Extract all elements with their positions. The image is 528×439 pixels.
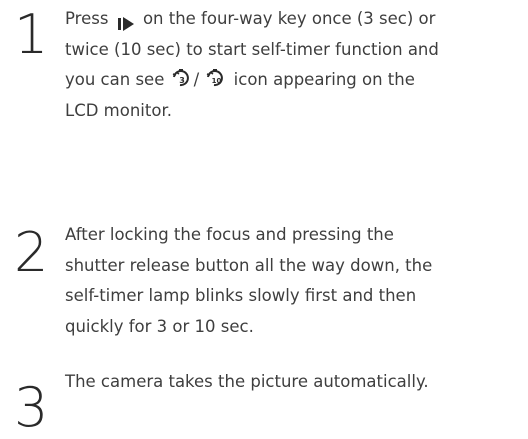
step-line: After locking the focus and pressing the [65,225,394,244]
self-timer-10s-icon: 10 [205,68,227,90]
step-line: self-timer lamp blinks slowly first and … [65,286,417,305]
step-line: LCD monitor. [65,100,172,120]
step-text-segment: on the four-way key once (3 sec) or [142,9,436,28]
step-number: 1 [14,3,48,66]
step-line: twice (10 sec) to start self-timer funct… [65,39,439,59]
step-text: The camera takes the picture automatical… [65,367,520,398]
step-number: 3 [14,376,48,439]
step-text-segment: / [193,70,200,89]
manual-page: { "steps": [ { "number": "1", "line1_bef… [0,0,528,437]
step-line: Press on the four-way key once (3 sec) o… [65,4,520,35]
step-text: Press on the four-way key once (3 sec) o… [65,4,520,126]
step-text: After locking the focus and pressing the… [65,220,520,342]
step-line: you can see 3 / 10 icon appearing on the [65,65,520,96]
step-text-segment: Press [65,9,109,28]
step-text-segment: you can see [65,70,165,89]
step-line: The camera takes the picture automatical… [65,372,429,391]
play-right-icon [117,12,135,31]
step-text-segment: icon appearing on the [233,70,415,89]
timer-label: 3 [179,76,185,85]
self-timer-3s-icon: 3 [171,68,193,90]
step-number: 2 [14,221,48,284]
timer-label: 10 [212,77,222,85]
step-line: shutter release button all the way down,… [65,255,433,275]
step-line: quickly for 3 or 10 sec. [65,316,254,336]
